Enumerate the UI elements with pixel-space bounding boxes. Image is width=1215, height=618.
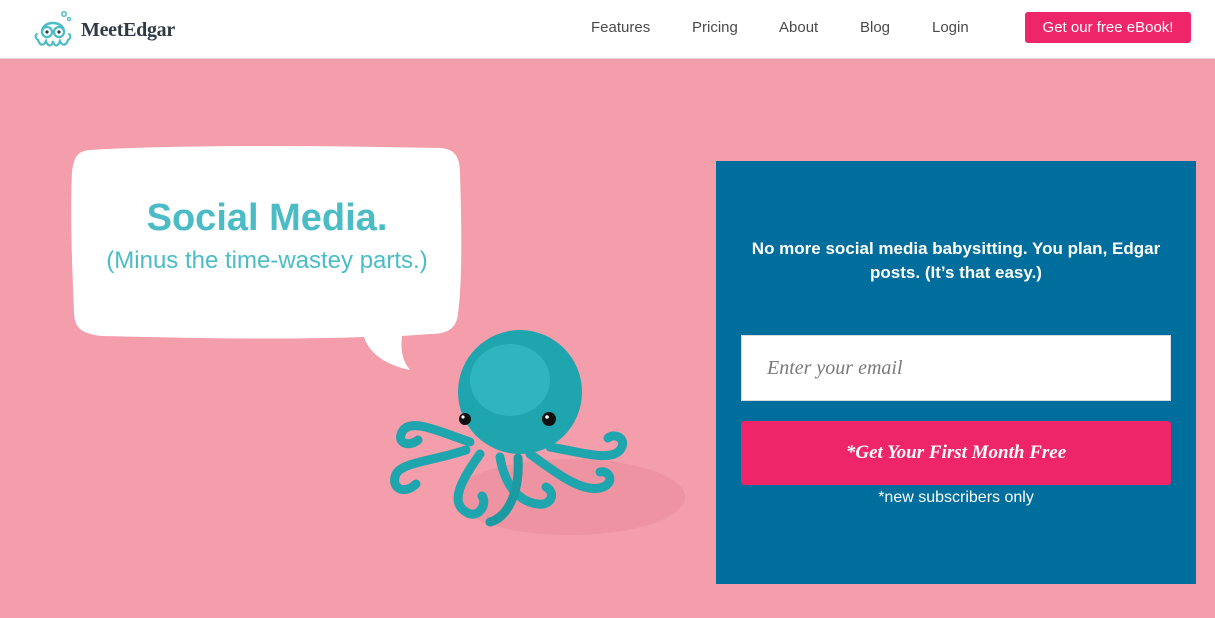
nav-link-pricing[interactable]: Pricing bbox=[692, 17, 738, 39]
top-navigation: MeetEdgar Features Pricing About Blog Lo… bbox=[0, 0, 1215, 59]
get-first-month-free-button[interactable]: *Get Your First Month Free bbox=[741, 421, 1171, 485]
signup-panel: No more social media babysitting. You pl… bbox=[716, 161, 1196, 584]
hero-title: Social Media. bbox=[146, 197, 388, 239]
hero-subtitle: (Minus the time-wastey parts.) bbox=[106, 247, 428, 274]
nav-link-about[interactable]: About bbox=[779, 17, 818, 39]
nav-link-blog[interactable]: Blog bbox=[860, 17, 890, 39]
speech-bubble: Social Media. (Minus the time-wastey par… bbox=[70, 144, 462, 370]
new-subscribers-note: *new subscribers only bbox=[878, 489, 1034, 506]
nav-link-features[interactable]: Features bbox=[591, 17, 650, 39]
nav-link-login[interactable]: Login bbox=[932, 17, 969, 39]
signup-headline: No more social media babysitting. You pl… bbox=[751, 239, 1161, 282]
crochet-octopus-image bbox=[390, 330, 685, 535]
email-input[interactable] bbox=[741, 335, 1171, 401]
free-ebook-button[interactable]: Get our free eBook! bbox=[1025, 12, 1191, 43]
